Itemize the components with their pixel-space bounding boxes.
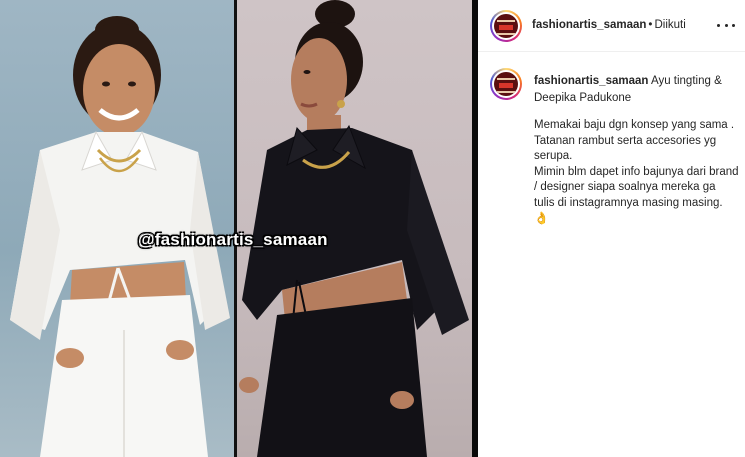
header-separator: • xyxy=(648,19,653,31)
woman-white-outfit-illustration xyxy=(10,16,230,457)
header-text: fashionartis_samaan • Diikuti xyxy=(532,19,686,31)
caption-body: Memakai baju dgn konsep yang sama . Tata… xyxy=(534,118,739,227)
caption-avatar[interactable] xyxy=(490,68,522,100)
post-header: fashionartis_samaan • Diikuti xyxy=(478,0,745,52)
woman-black-outfit-illustration xyxy=(239,0,469,457)
ok-hand-icon: 👌 xyxy=(534,211,549,225)
post-image[interactable]: @fashionartis_samaan xyxy=(0,0,478,457)
post-sidebar: fashionartis_samaan • Diikuti fashionartis… xyxy=(478,0,745,457)
more-options-icon[interactable] xyxy=(717,16,735,34)
caption-username[interactable]: fashionartis_samaan xyxy=(534,75,648,87)
caption-line: Memakai baju dgn konsep yang sama . Tata… xyxy=(534,119,735,162)
image-watermark: @fashionartis_samaan xyxy=(138,230,328,249)
caption-line: Mimin blm dapet info bajunya dari brand … xyxy=(534,165,739,209)
photo-right-black-outfit xyxy=(237,0,472,457)
header-username[interactable]: fashionartis_samaan xyxy=(532,19,646,31)
profile-avatar[interactable] xyxy=(490,10,522,42)
follow-status-button[interactable]: Diikuti xyxy=(654,19,685,31)
caption-header: fashionartis_samaan Ayu tingting & Deepi… xyxy=(534,73,734,107)
photo-left-white-outfit xyxy=(0,0,234,457)
instagram-post: @fashionartis_samaan fashionartis_samaan… xyxy=(0,0,745,457)
